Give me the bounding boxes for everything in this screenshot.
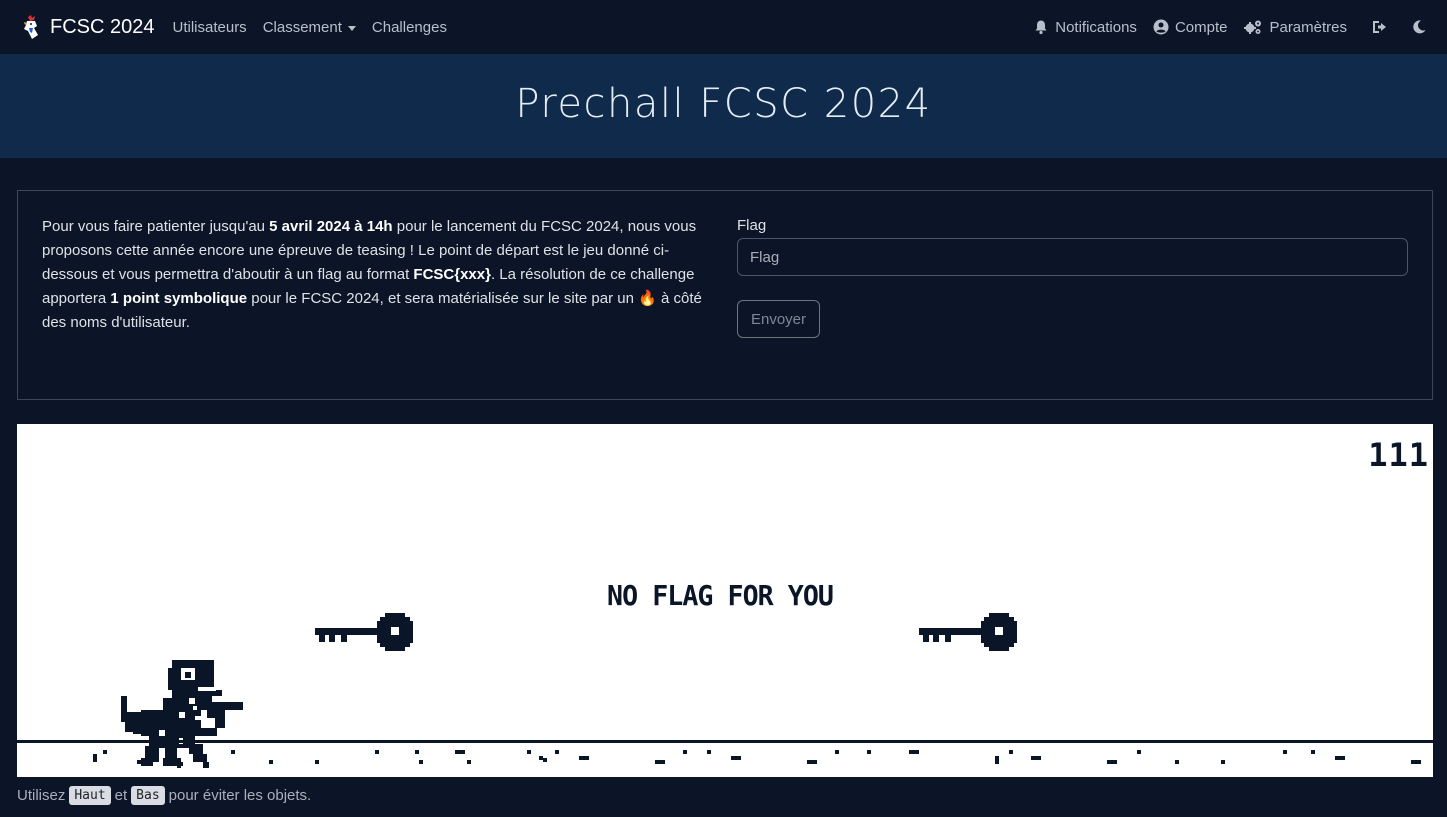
page-title: Prechall FCSC 2024	[515, 81, 932, 127]
logout-button[interactable]	[1371, 19, 1387, 35]
controls-hint: Utilisez Haut et Bas pour éviter les obj…	[17, 786, 311, 805]
nav-parametres-label: Paramètres	[1269, 18, 1347, 36]
brand-title: FCSC 2024	[50, 15, 155, 38]
page-header: Prechall FCSC 2024	[0, 54, 1447, 158]
chevron-down-icon	[347, 25, 356, 31]
ground-pebbles	[93, 750, 1421, 766]
key-obstacle-right	[919, 613, 1017, 651]
key-down-badge: Bas	[131, 786, 165, 805]
key-obstacle-left	[315, 613, 413, 651]
flag-form: Flag Envoyer	[737, 217, 1409, 338]
flag-label: Flag	[737, 217, 767, 234]
hint-text-after: pour éviter les objets.	[168, 787, 312, 804]
nav-parametres[interactable]: Paramètres	[1243, 19, 1347, 36]
navbar-right: Notifications Compte Paramètres	[1033, 19, 1447, 36]
ground-line	[17, 740, 1433, 743]
rooster-logo-icon	[24, 15, 38, 39]
submit-flag-button[interactable]: Envoyer	[737, 300, 820, 338]
hint-text-middle: et	[114, 787, 128, 804]
intro-text-1: Pour vous faire patienter jusqu'au	[42, 218, 270, 235]
moon-icon	[1413, 20, 1426, 34]
nav-notifications[interactable]: Notifications	[1033, 19, 1137, 36]
nav-notifications-label: Notifications	[1055, 18, 1137, 36]
intro-flag-format: FCSC{xxx}	[413, 266, 491, 283]
user-circle-icon	[1153, 19, 1169, 35]
fire-icon: 🔥	[638, 290, 657, 307]
brand[interactable]: FCSC 2024	[22, 15, 155, 39]
game-canvas[interactable]: 111 NO FLAG FOR YOU	[17, 424, 1433, 777]
intro-card: Pour vous faire patienter jusqu'au 5 avr…	[17, 190, 1433, 400]
nav-compte-label: Compte	[1174, 18, 1228, 36]
gears-icon	[1244, 20, 1262, 34]
game-message: NO FLAG FOR YOU	[607, 579, 834, 612]
nav-classement-label: Classement	[262, 18, 342, 36]
navbar: FCSC 2024 Utilisateurs Classement Challe…	[0, 0, 1447, 54]
hint-text-before: Utilisez	[17, 787, 66, 804]
key-up-badge: Haut	[69, 786, 111, 805]
nav-utilisateurs[interactable]: Utilisateurs	[173, 19, 247, 36]
nav-challenges[interactable]: Challenges	[372, 19, 447, 36]
bell-icon	[1035, 20, 1047, 35]
intro-text-4: pour le FCSC 2024, et sera matérialisée …	[247, 290, 639, 307]
flag-input[interactable]	[737, 238, 1408, 276]
nav-compte[interactable]: Compte	[1153, 18, 1228, 36]
intro-points: 1 point symbolique	[110, 290, 248, 307]
theme-toggle-button[interactable]	[1411, 19, 1427, 35]
intro-paragraph: Pour vous faire patienter jusqu'au 5 avr…	[42, 215, 710, 335]
nav-classement-dropdown[interactable]: Classement	[263, 19, 356, 36]
game-score: 111	[1368, 436, 1429, 474]
logout-icon	[1373, 21, 1386, 33]
intro-date: 5 avril 2024 à 14h	[269, 218, 393, 235]
